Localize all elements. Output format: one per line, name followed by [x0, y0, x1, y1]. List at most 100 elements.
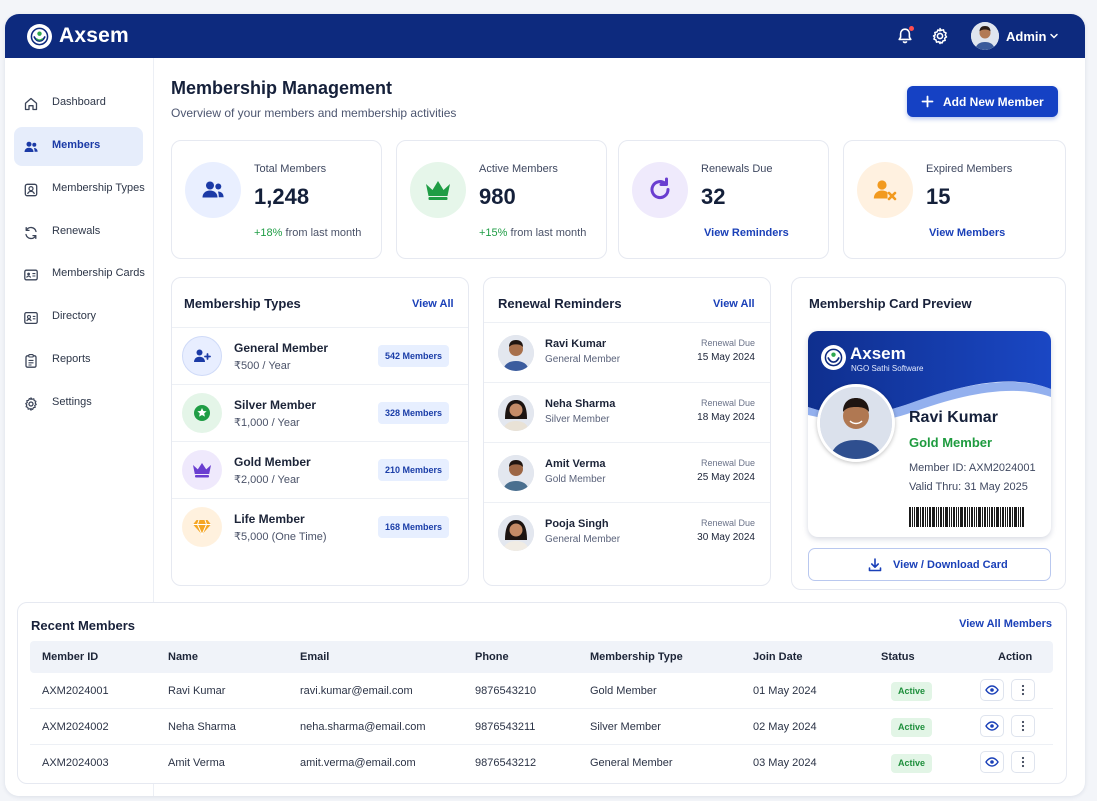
user-avatar[interactable]	[971, 22, 999, 50]
stat-value: 980	[479, 184, 516, 209]
renewal-due-label: Renewal Due	[700, 398, 755, 408]
sidebar-item-settings[interactable]: Settings	[14, 384, 143, 423]
card-logo-icon	[821, 345, 846, 370]
cell-phone: 9876543210	[475, 685, 537, 697]
badge-icon	[24, 183, 38, 197]
more-options-button[interactable]	[1011, 715, 1035, 737]
table-row[interactable]: AXM2024002 Neha Sharma neha.sharma@email…	[30, 709, 1053, 745]
membership-type-price: ₹1,000 / Year	[234, 417, 300, 429]
view-download-card-button[interactable]: View / Download Card	[808, 548, 1051, 581]
membership-type-name: General Member	[234, 341, 329, 355]
view-button[interactable]	[980, 715, 1004, 737]
card-member-id: Member ID: AXM2024001	[909, 462, 1036, 474]
sidebar-item-label: Dashboard	[52, 96, 106, 108]
cell-membership-type: Gold Member	[590, 685, 657, 697]
plus-icon	[921, 95, 934, 108]
sidebar-item-label: Directory	[52, 310, 97, 322]
clipboard-icon	[25, 354, 37, 368]
eye-icon	[985, 685, 999, 695]
view-reminders-link[interactable]: View Reminders	[704, 227, 789, 239]
member-type: Gold Member	[545, 474, 606, 485]
settings-gear-icon[interactable]	[930, 26, 950, 46]
renewal-row[interactable]: Ravi Kumar General Member Renewal Due 15…	[484, 322, 770, 382]
view-button[interactable]	[980, 751, 1004, 773]
star-badge-icon	[182, 393, 222, 433]
app-window: Axsem Admin Dashboard Members Membership…	[5, 14, 1085, 796]
more-options-button[interactable]	[1011, 751, 1035, 773]
column-header: Join Date	[753, 651, 803, 663]
eye-icon	[985, 721, 999, 731]
membership-card[interactable]: Axsem NGO Sathi Software Ravi Kumar Gold…	[808, 331, 1051, 537]
view-download-card-label: View / Download Card	[893, 559, 1008, 571]
user-remove-icon	[857, 162, 913, 218]
sidebar-item-label: Members	[52, 139, 101, 151]
status-badge: Active	[891, 682, 933, 701]
stat-change-value: +15%	[479, 227, 508, 239]
sidebar-item-label: Membership Types	[52, 182, 145, 194]
id-card-icon	[24, 269, 38, 281]
crown-icon	[410, 162, 466, 218]
stat-change-value: +18%	[254, 227, 283, 239]
membership-type-name: Silver Member	[234, 398, 317, 412]
member-name: Neha Sharma	[545, 398, 616, 410]
member-type: General Member	[545, 354, 621, 365]
membership-type-row[interactable]: Life Member ₹5,000 (One Time) 168 Member…	[172, 498, 468, 555]
view-members-link[interactable]: View Members	[929, 227, 1005, 239]
status-badge: Active	[891, 754, 933, 773]
chevron-down-icon[interactable]	[1048, 30, 1060, 42]
refresh-icon	[632, 162, 688, 218]
card-brand: Axsem	[850, 344, 906, 363]
refresh-icon	[25, 226, 37, 240]
app-logo[interactable]: Axsem	[27, 23, 129, 49]
member-type: General Member	[545, 534, 621, 545]
member-name: Pooja Singh	[545, 518, 609, 530]
member-count-badge: 542 Members	[378, 345, 450, 367]
sidebar-item-label: Membership Cards	[52, 267, 145, 279]
sidebar-item-reports[interactable]: Reports	[14, 341, 143, 380]
stat-card-renewals-due: Renewals Due 32 View Reminders	[618, 140, 829, 259]
membership-type-price: ₹2,000 / Year	[234, 474, 300, 486]
renewal-due-label: Renewal Due	[700, 338, 755, 348]
member-name: Amit Verma	[545, 458, 606, 470]
sidebar-item-membership-cards[interactable]: Membership Cards	[14, 255, 145, 294]
sidebar-item-renewals[interactable]: Renewals	[14, 213, 143, 252]
user-name[interactable]: Admin	[1006, 29, 1046, 44]
stat-card-expired-members: Expired Members 15 View Members	[843, 140, 1066, 259]
status-badge: Active	[891, 718, 933, 737]
more-options-button[interactable]	[1011, 679, 1035, 701]
stat-change: +18% from last month	[254, 227, 361, 239]
sidebar-item-directory[interactable]: Directory	[14, 298, 143, 337]
cell-membership-type: Silver Member	[590, 721, 661, 733]
membership-type-row[interactable]: Gold Member ₹2,000 / Year 210 Members	[172, 441, 468, 498]
membership-type-row[interactable]: Silver Member ₹1,000 / Year 328 Members	[172, 384, 468, 441]
sidebar-item-label: Settings	[52, 396, 92, 408]
renewal-row[interactable]: Neha Sharma Silver Member Renewal Due 18…	[484, 382, 770, 442]
renewal-due-date: 30 May 2024	[697, 532, 755, 543]
view-all-renewals-link[interactable]: View All	[713, 298, 755, 310]
table-header: Member ID Name Email Phone Membership Ty…	[30, 641, 1053, 673]
table-row[interactable]: AXM2024003 Amit Verma amit.verma@email.c…	[30, 745, 1053, 781]
cell-membership-type: General Member	[590, 757, 673, 769]
view-all-types-link[interactable]: View All	[412, 298, 454, 310]
sidebar-item-members[interactable]: Members	[14, 127, 143, 166]
renewal-row[interactable]: Amit Verma Gold Member Renewal Due 25 Ma…	[484, 442, 770, 502]
stat-change-note: from last month	[285, 227, 362, 239]
add-new-member-button[interactable]: Add New Member	[907, 86, 1058, 117]
cell-join-date: 02 May 2024	[753, 721, 817, 733]
member-type: Silver Member	[545, 414, 610, 425]
view-all-members-link[interactable]: View All Members	[959, 618, 1052, 630]
member-avatar	[498, 395, 534, 431]
renewal-row[interactable]: Pooja Singh General Member Renewal Due 3…	[484, 502, 770, 562]
membership-type-row[interactable]: General Member ₹500 / Year 542 Members	[172, 327, 468, 384]
cell-name: Ravi Kumar	[168, 685, 226, 697]
member-count-badge: 210 Members	[378, 459, 450, 481]
sidebar-item-dashboard[interactable]: Dashboard	[14, 84, 143, 123]
stat-label: Expired Members	[926, 163, 1013, 175]
member-name: Ravi Kumar	[545, 338, 607, 350]
sidebar-item-membership-types[interactable]: Membership Types	[14, 170, 145, 209]
view-button[interactable]	[980, 679, 1004, 701]
card-preview-panel: Membership Card Preview Axsem NGO Sathi …	[791, 277, 1066, 590]
table-row[interactable]: AXM2024001 Ravi Kumar ravi.kumar@email.c…	[30, 673, 1053, 709]
member-avatar	[498, 455, 534, 491]
cell-email: ravi.kumar@email.com	[300, 685, 413, 697]
